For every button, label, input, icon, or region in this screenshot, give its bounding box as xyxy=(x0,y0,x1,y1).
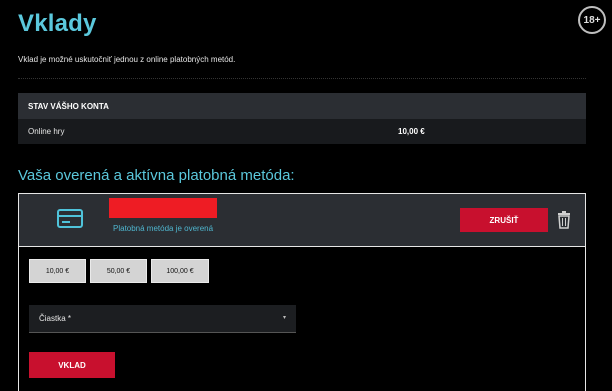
divider xyxy=(18,78,586,79)
payment-method-card: Platobná metóda je overená ZRUŠIŤ xyxy=(18,193,586,247)
payment-method-heading: Vaša overená a aktívna platobná metóda: xyxy=(18,167,295,184)
account-row-value: 10,00 € xyxy=(398,127,425,136)
deposit-panel: 10,00 € 50,00 € 100,00 € Čiastka * ▾ VKL… xyxy=(18,247,586,391)
redacted-method-name xyxy=(109,198,217,218)
account-status-heading: STAV VÁŠHO KONTA xyxy=(18,93,586,119)
credit-card-icon xyxy=(57,209,83,228)
page-title: Vklady xyxy=(18,10,97,37)
method-verified-status: Platobná metóda je overená xyxy=(113,224,214,233)
amount-input-placeholder: Čiastka * xyxy=(39,314,72,323)
cancel-method-button[interactable]: ZRUŠIŤ xyxy=(460,208,548,232)
intro-text: Vklad je možné uskutočniť jednou z onlin… xyxy=(18,55,236,64)
chevron-down-icon: ▾ xyxy=(282,315,286,321)
age-restriction-badge: 18+ xyxy=(578,6,606,34)
amount-input[interactable]: Čiastka * ▾ xyxy=(29,305,296,333)
amount-option-50[interactable]: 50,00 € xyxy=(90,259,147,283)
amount-option-100[interactable]: 100,00 € xyxy=(151,259,209,283)
amount-option-10[interactable]: 10,00 € xyxy=(29,259,86,283)
table-row: Online hry 10,00 € xyxy=(18,119,586,144)
deposit-button[interactable]: VKLAD xyxy=(29,352,115,378)
trash-icon[interactable] xyxy=(557,211,571,229)
account-status-table: STAV VÁŠHO KONTA Online hry 10,00 € xyxy=(18,93,586,144)
account-row-label: Online hry xyxy=(28,127,65,136)
